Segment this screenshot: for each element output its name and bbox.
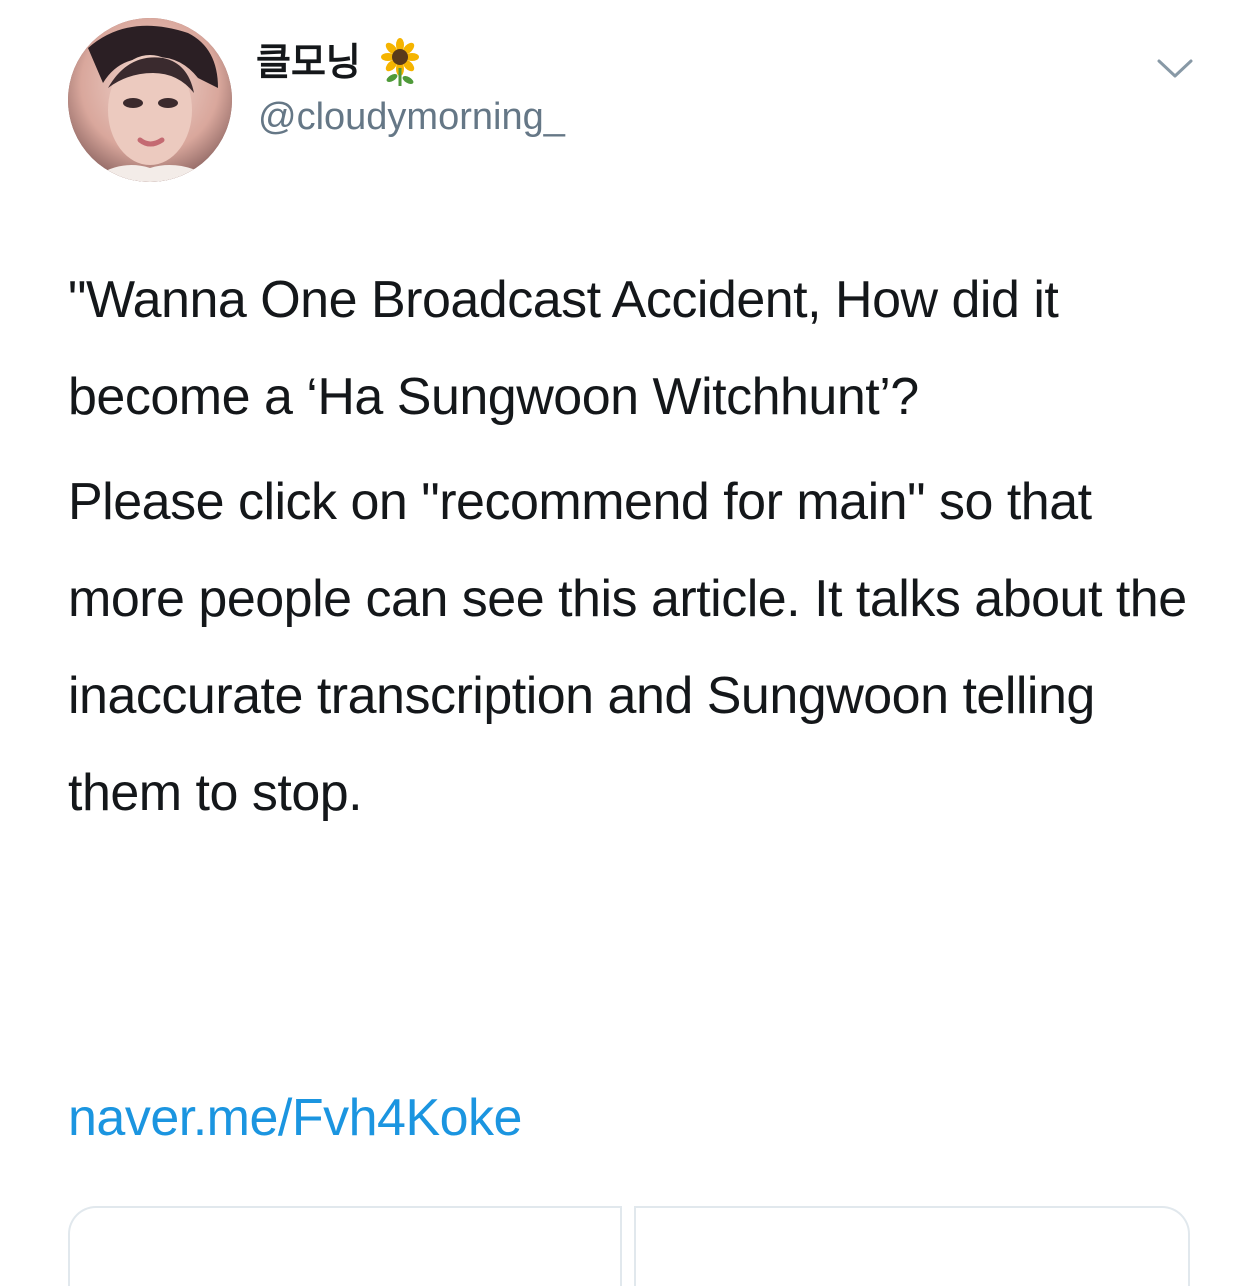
user-handle[interactable]: @cloudymorning_ xyxy=(258,98,565,136)
tweet: 클모닝 @cloudymorning_ "Wanna One Broadcast… xyxy=(0,0,1242,1286)
avatar[interactable] xyxy=(68,18,232,182)
chevron-down-icon[interactable] xyxy=(1156,56,1194,82)
media-card-left[interactable] xyxy=(68,1206,622,1286)
media-card-right[interactable] xyxy=(634,1206,1190,1286)
tweet-paragraph: "Wanna One Broadcast Accident, How did i… xyxy=(68,271,1059,426)
display-name[interactable]: 클모닝 xyxy=(256,44,361,82)
tweet-paragraph: Please click on "recommend for main" so … xyxy=(68,473,1187,822)
tweet-text: "Wanna One Broadcast Accident, How did i… xyxy=(68,252,1188,842)
sunflower-icon xyxy=(375,38,425,88)
display-name-row[interactable]: 클모닝 xyxy=(256,36,425,90)
tweet-link[interactable]: naver.me/Fvh4Koke xyxy=(68,1089,522,1147)
